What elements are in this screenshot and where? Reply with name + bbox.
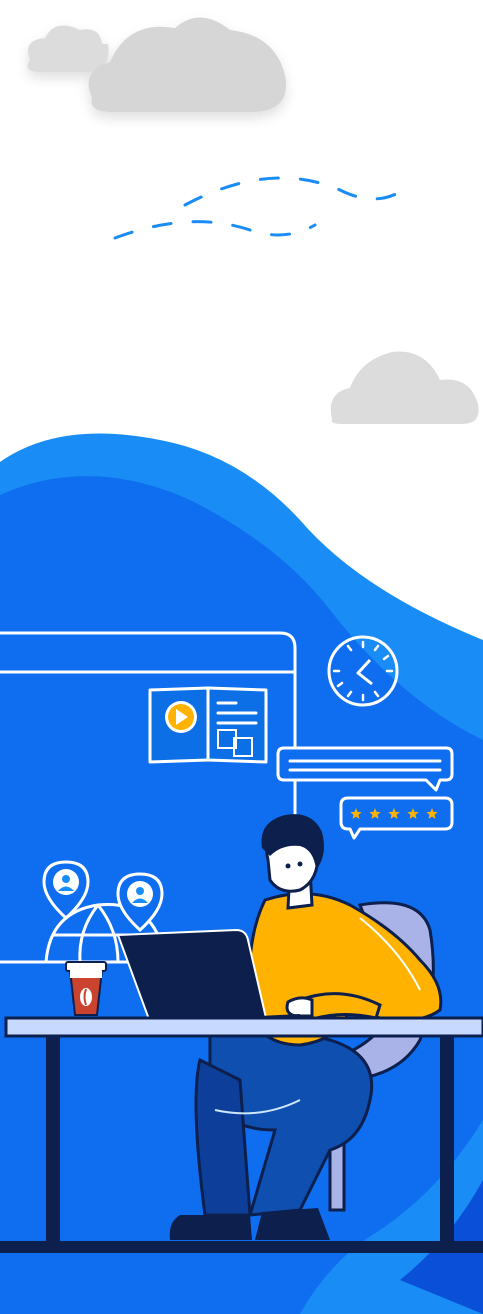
book-translate-icon [148,686,268,764]
wind-lines [113,176,412,240]
cloud-icon [27,17,287,113]
illustration-scene [0,17,483,1314]
cloud-icon [330,351,479,424]
play-icon [165,701,197,733]
